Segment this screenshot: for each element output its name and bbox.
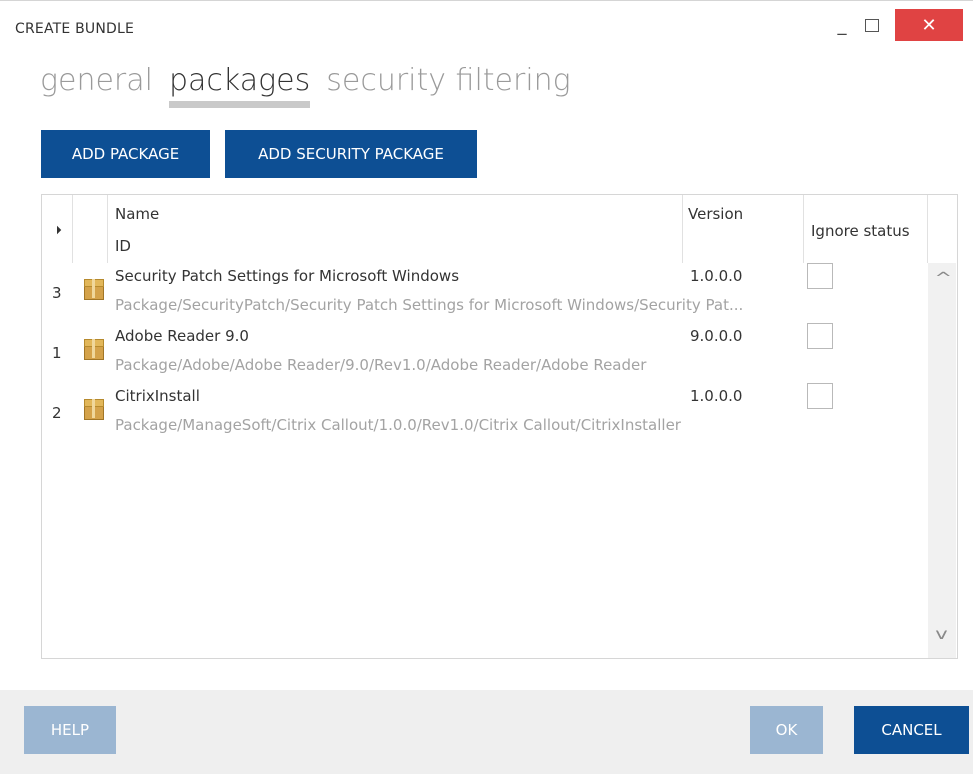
create-bundle-dialog: CREATE BUNDLE _ ✕ general packages secur… xyxy=(0,9,973,774)
column-divider xyxy=(682,195,683,263)
cancel-button[interactable]: CANCEL xyxy=(854,706,969,754)
sort-indicator-icon[interactable] xyxy=(52,225,62,235)
header-name[interactable]: Name xyxy=(115,205,159,223)
package-id: Package/Adobe/Adobe Reader/9.0/Rev1.0/Ad… xyxy=(115,356,647,374)
close-button[interactable]: ✕ xyxy=(895,9,963,41)
maximize-icon xyxy=(865,18,879,32)
package-version: 1.0.0.0 xyxy=(690,387,743,405)
package-id: Package/ManageSoft/Citrix Callout/1.0.0/… xyxy=(115,416,681,434)
minimize-icon: _ xyxy=(837,14,847,36)
table-row[interactable]: 1 Adobe Reader 9.0 Package/Adobe/Adobe R… xyxy=(42,321,922,381)
package-id: Package/SecurityPatch/Security Patch Set… xyxy=(115,296,744,314)
row-number: 1 xyxy=(52,344,62,362)
ignore-status-checkbox[interactable] xyxy=(807,383,833,409)
add-package-button[interactable]: ADD PACKAGE xyxy=(41,130,210,178)
column-divider xyxy=(72,195,73,263)
table-row[interactable]: 3 Security Patch Settings for Microsoft … xyxy=(42,261,922,321)
close-icon: ✕ xyxy=(921,14,937,36)
tab-general[interactable]: general xyxy=(40,63,153,106)
row-number: 2 xyxy=(52,404,62,422)
package-icon xyxy=(82,399,104,420)
maximize-button[interactable] xyxy=(858,9,886,41)
header-version[interactable]: Version xyxy=(688,205,743,223)
help-button[interactable]: HELP xyxy=(24,706,116,754)
tab-security-filtering[interactable]: security filtering xyxy=(326,63,570,106)
ok-button[interactable]: OK xyxy=(750,706,823,754)
ignore-status-checkbox[interactable] xyxy=(807,323,833,349)
add-security-package-button[interactable]: ADD SECURITY PACKAGE xyxy=(225,130,477,178)
package-name: Security Patch Settings for Microsoft Wi… xyxy=(115,267,460,285)
tab-bar: general packages security filtering xyxy=(40,63,571,108)
package-name: Adobe Reader 9.0 xyxy=(115,327,249,345)
tab-packages[interactable]: packages xyxy=(168,63,311,108)
vertical-scrollbar[interactable]: ^ v xyxy=(928,263,956,658)
ignore-status-checkbox[interactable] xyxy=(807,263,833,289)
package-name: CitrixInstall xyxy=(115,387,200,405)
packages-table: Name ID Version Ignore status 3 Security… xyxy=(41,194,958,659)
dialog-footer: HELP OK CANCEL xyxy=(0,690,973,774)
package-version: 1.0.0.0 xyxy=(690,267,743,285)
header-ignore-status[interactable]: Ignore status xyxy=(811,222,910,240)
scroll-up-icon[interactable]: ^ xyxy=(934,269,952,287)
header-id[interactable]: ID xyxy=(115,237,131,255)
row-number: 3 xyxy=(52,284,62,302)
column-divider xyxy=(107,195,108,263)
table-row[interactable]: 2 CitrixInstall Package/ManageSoft/Citri… xyxy=(42,381,922,441)
column-divider xyxy=(803,195,804,263)
column-divider xyxy=(927,195,928,263)
scroll-down-icon[interactable]: v xyxy=(935,625,947,643)
package-icon xyxy=(82,339,104,360)
package-icon xyxy=(82,279,104,300)
package-version: 9.0.0.0 xyxy=(690,327,743,345)
dialog-title: CREATE BUNDLE xyxy=(15,21,135,37)
minimize-button[interactable]: _ xyxy=(828,9,856,41)
